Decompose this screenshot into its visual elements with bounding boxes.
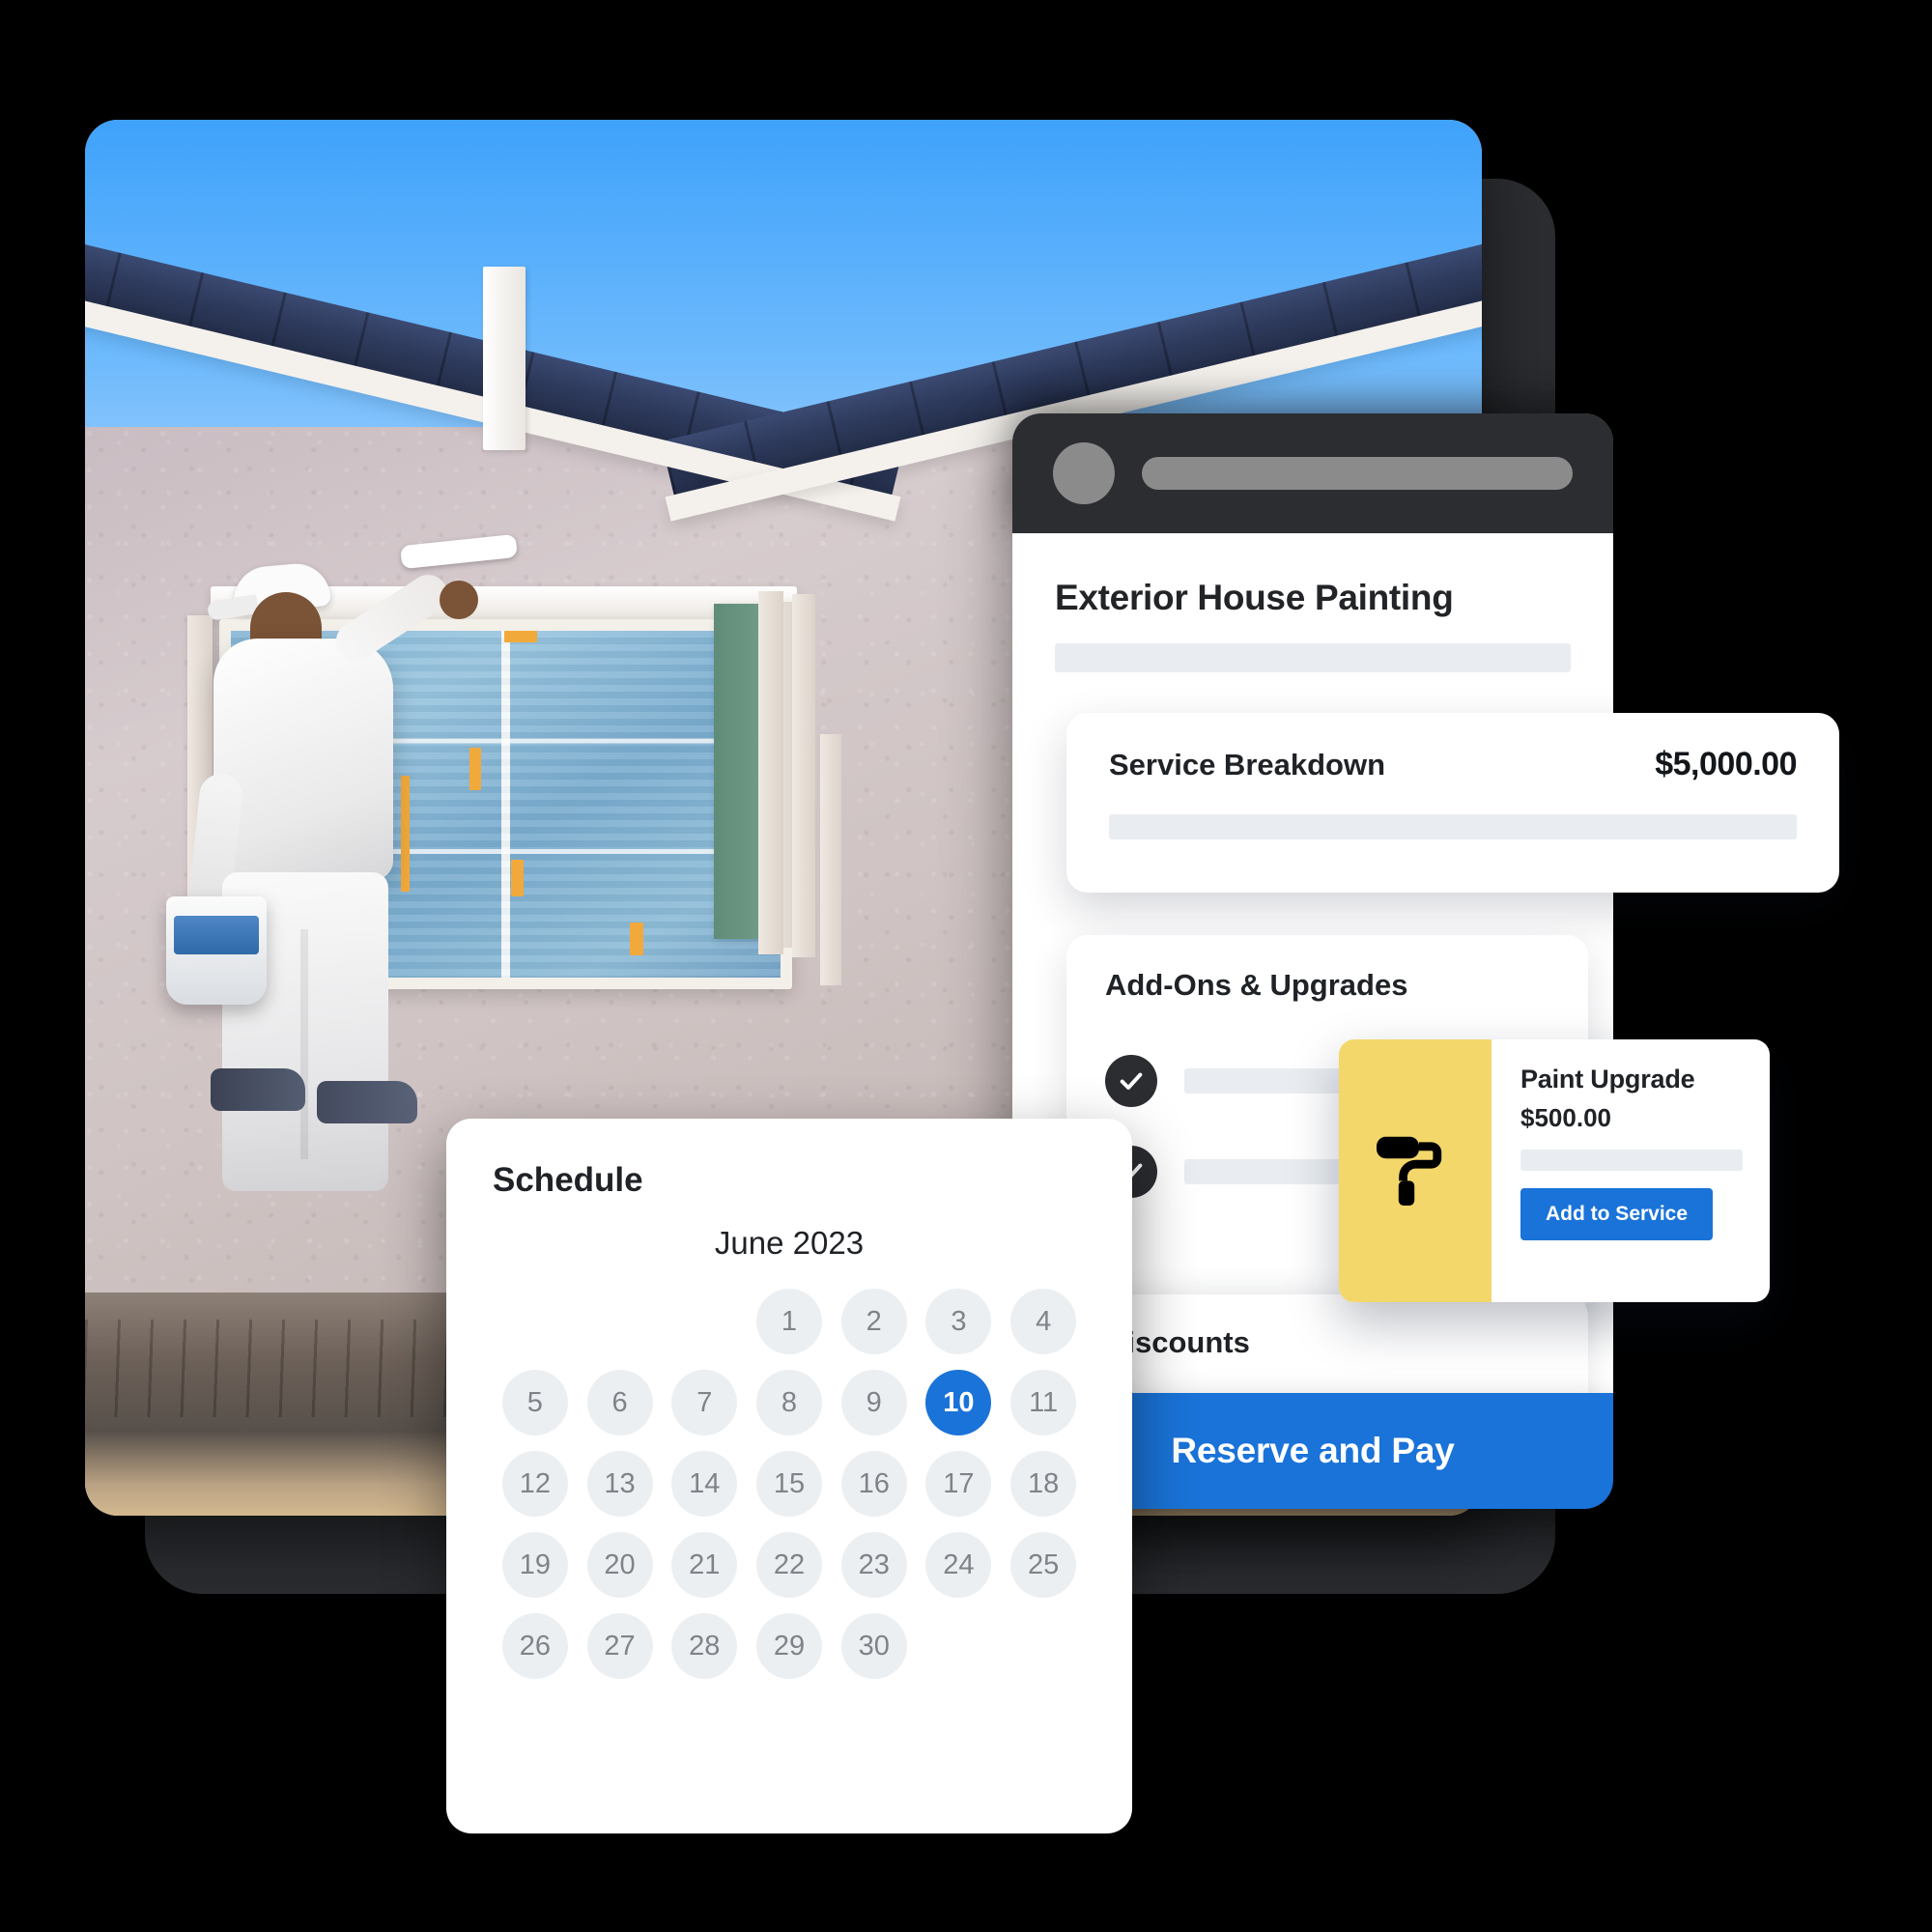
service-subtitle-placeholder — [1055, 643, 1571, 672]
calendar-day[interactable]: 8 — [755, 1370, 822, 1435]
calendar-day[interactable]: 3 — [925, 1289, 992, 1354]
calendar-day-empty — [587, 1289, 653, 1354]
paint-roller-icon — [1339, 1039, 1492, 1302]
page-title: Exterior House Painting — [1055, 578, 1454, 617]
avatar-circle-icon — [1053, 442, 1115, 504]
calendar-day[interactable]: 24 — [925, 1532, 992, 1598]
paint-upgrade-info: Paint Upgrade $500.00 Add to Service — [1492, 1039, 1770, 1302]
calendar-day[interactable]: 1 — [755, 1289, 822, 1354]
addons-title: Add-Ons & Upgrades — [1105, 968, 1408, 1002]
screenshot-root: Exterior House Painting Service Breakdow… — [0, 0, 1932, 1932]
service-breakdown-placeholder — [1109, 814, 1797, 839]
service-breakdown-row: Service Breakdown $5,000.00 — [1109, 746, 1797, 783]
photo-masking-tape — [511, 859, 525, 896]
schedule-card: Schedule June 2023 1 2 3 4 5 6 7 8 9 10 11 12 13 14 15… — [446, 1119, 1132, 1833]
calendar-day[interactable]: 21 — [671, 1532, 738, 1598]
schedule-title: Schedule — [493, 1161, 643, 1199]
calendar-day[interactable]: 18 — [1010, 1451, 1077, 1517]
calendar-grid: 1 2 3 4 5 6 7 8 9 10 11 12 13 14 15 16 17 18 19 20 21 22 23 24 2… — [493, 1289, 1086, 1679]
paint-upgrade-title: Paint Upgrade — [1520, 1065, 1695, 1094]
calendar-day[interactable]: 16 — [840, 1451, 907, 1517]
calendar-day[interactable]: 5 — [501, 1370, 568, 1435]
calendar-day[interactable]: 4 — [1010, 1289, 1077, 1354]
photo-fence-slat — [819, 733, 841, 985]
phone-topbar — [1012, 413, 1613, 533]
discounts-title: Discounts — [1105, 1325, 1250, 1359]
calendar-day-selected[interactable]: 10 — [925, 1370, 992, 1435]
photo-painter-figure — [165, 534, 518, 1191]
calendar-day-empty — [671, 1289, 737, 1354]
photo-fence-slat — [791, 594, 815, 957]
paint-upgrade-description-placeholder — [1520, 1150, 1743, 1171]
calendar-day[interactable]: 6 — [586, 1370, 653, 1435]
calendar-day[interactable]: 9 — [840, 1370, 907, 1435]
photo-painter-torso — [213, 638, 394, 880]
paint-upgrade-price: $500.00 — [1520, 1103, 1611, 1132]
calendar-day[interactable]: 15 — [755, 1451, 822, 1517]
calendar-day[interactable]: 23 — [840, 1532, 907, 1598]
photo-masking-tape — [629, 922, 643, 955]
photo-painter-hand — [440, 580, 479, 619]
calendar-day[interactable]: 25 — [1010, 1532, 1077, 1598]
photo-painter-shoe — [317, 1080, 418, 1123]
photo-fence-slat — [757, 591, 783, 955]
calendar-day[interactable]: 29 — [755, 1613, 822, 1679]
service-breakdown-price: $5,000.00 — [1655, 746, 1797, 782]
calendar-month-label: June 2023 — [714, 1225, 865, 1261]
photo-paint-bucket — [165, 895, 267, 1005]
calendar-day[interactable]: 26 — [501, 1613, 568, 1679]
check-icon[interactable] — [1105, 1055, 1157, 1107]
calendar-day[interactable]: 14 — [671, 1451, 738, 1517]
calendar-day[interactable]: 28 — [671, 1613, 738, 1679]
calendar-day[interactable]: 13 — [586, 1451, 653, 1517]
calendar-day[interactable]: 22 — [755, 1532, 822, 1598]
calendar-day[interactable]: 12 — [501, 1451, 568, 1517]
calendar-day[interactable]: 19 — [501, 1532, 568, 1598]
photo-masking-tape — [469, 748, 481, 791]
calendar-day[interactable]: 2 — [840, 1289, 907, 1354]
service-breakdown-card[interactable]: Service Breakdown $5,000.00 — [1066, 713, 1839, 893]
photo-masking-tape — [503, 630, 537, 642]
photo-painter-shoe — [211, 1068, 306, 1111]
calendar-day[interactable]: 11 — [1010, 1370, 1077, 1435]
add-to-service-button[interactable]: Add to Service — [1520, 1188, 1714, 1240]
calendar-day[interactable]: 7 — [671, 1370, 738, 1435]
topbar-title-placeholder — [1142, 457, 1573, 490]
calendar-day[interactable]: 30 — [840, 1613, 907, 1679]
service-breakdown-label: Service Breakdown — [1109, 747, 1386, 781]
calendar-day-empty — [502, 1289, 568, 1354]
paint-upgrade-card[interactable]: Paint Upgrade $500.00 Add to Service — [1339, 1039, 1770, 1302]
calendar-day[interactable]: 20 — [586, 1532, 653, 1598]
photo-painter-arm — [328, 567, 456, 668]
photo-gable-trim — [483, 266, 526, 450]
calendar-day[interactable]: 27 — [586, 1613, 653, 1679]
calendar-day[interactable]: 17 — [925, 1451, 992, 1517]
